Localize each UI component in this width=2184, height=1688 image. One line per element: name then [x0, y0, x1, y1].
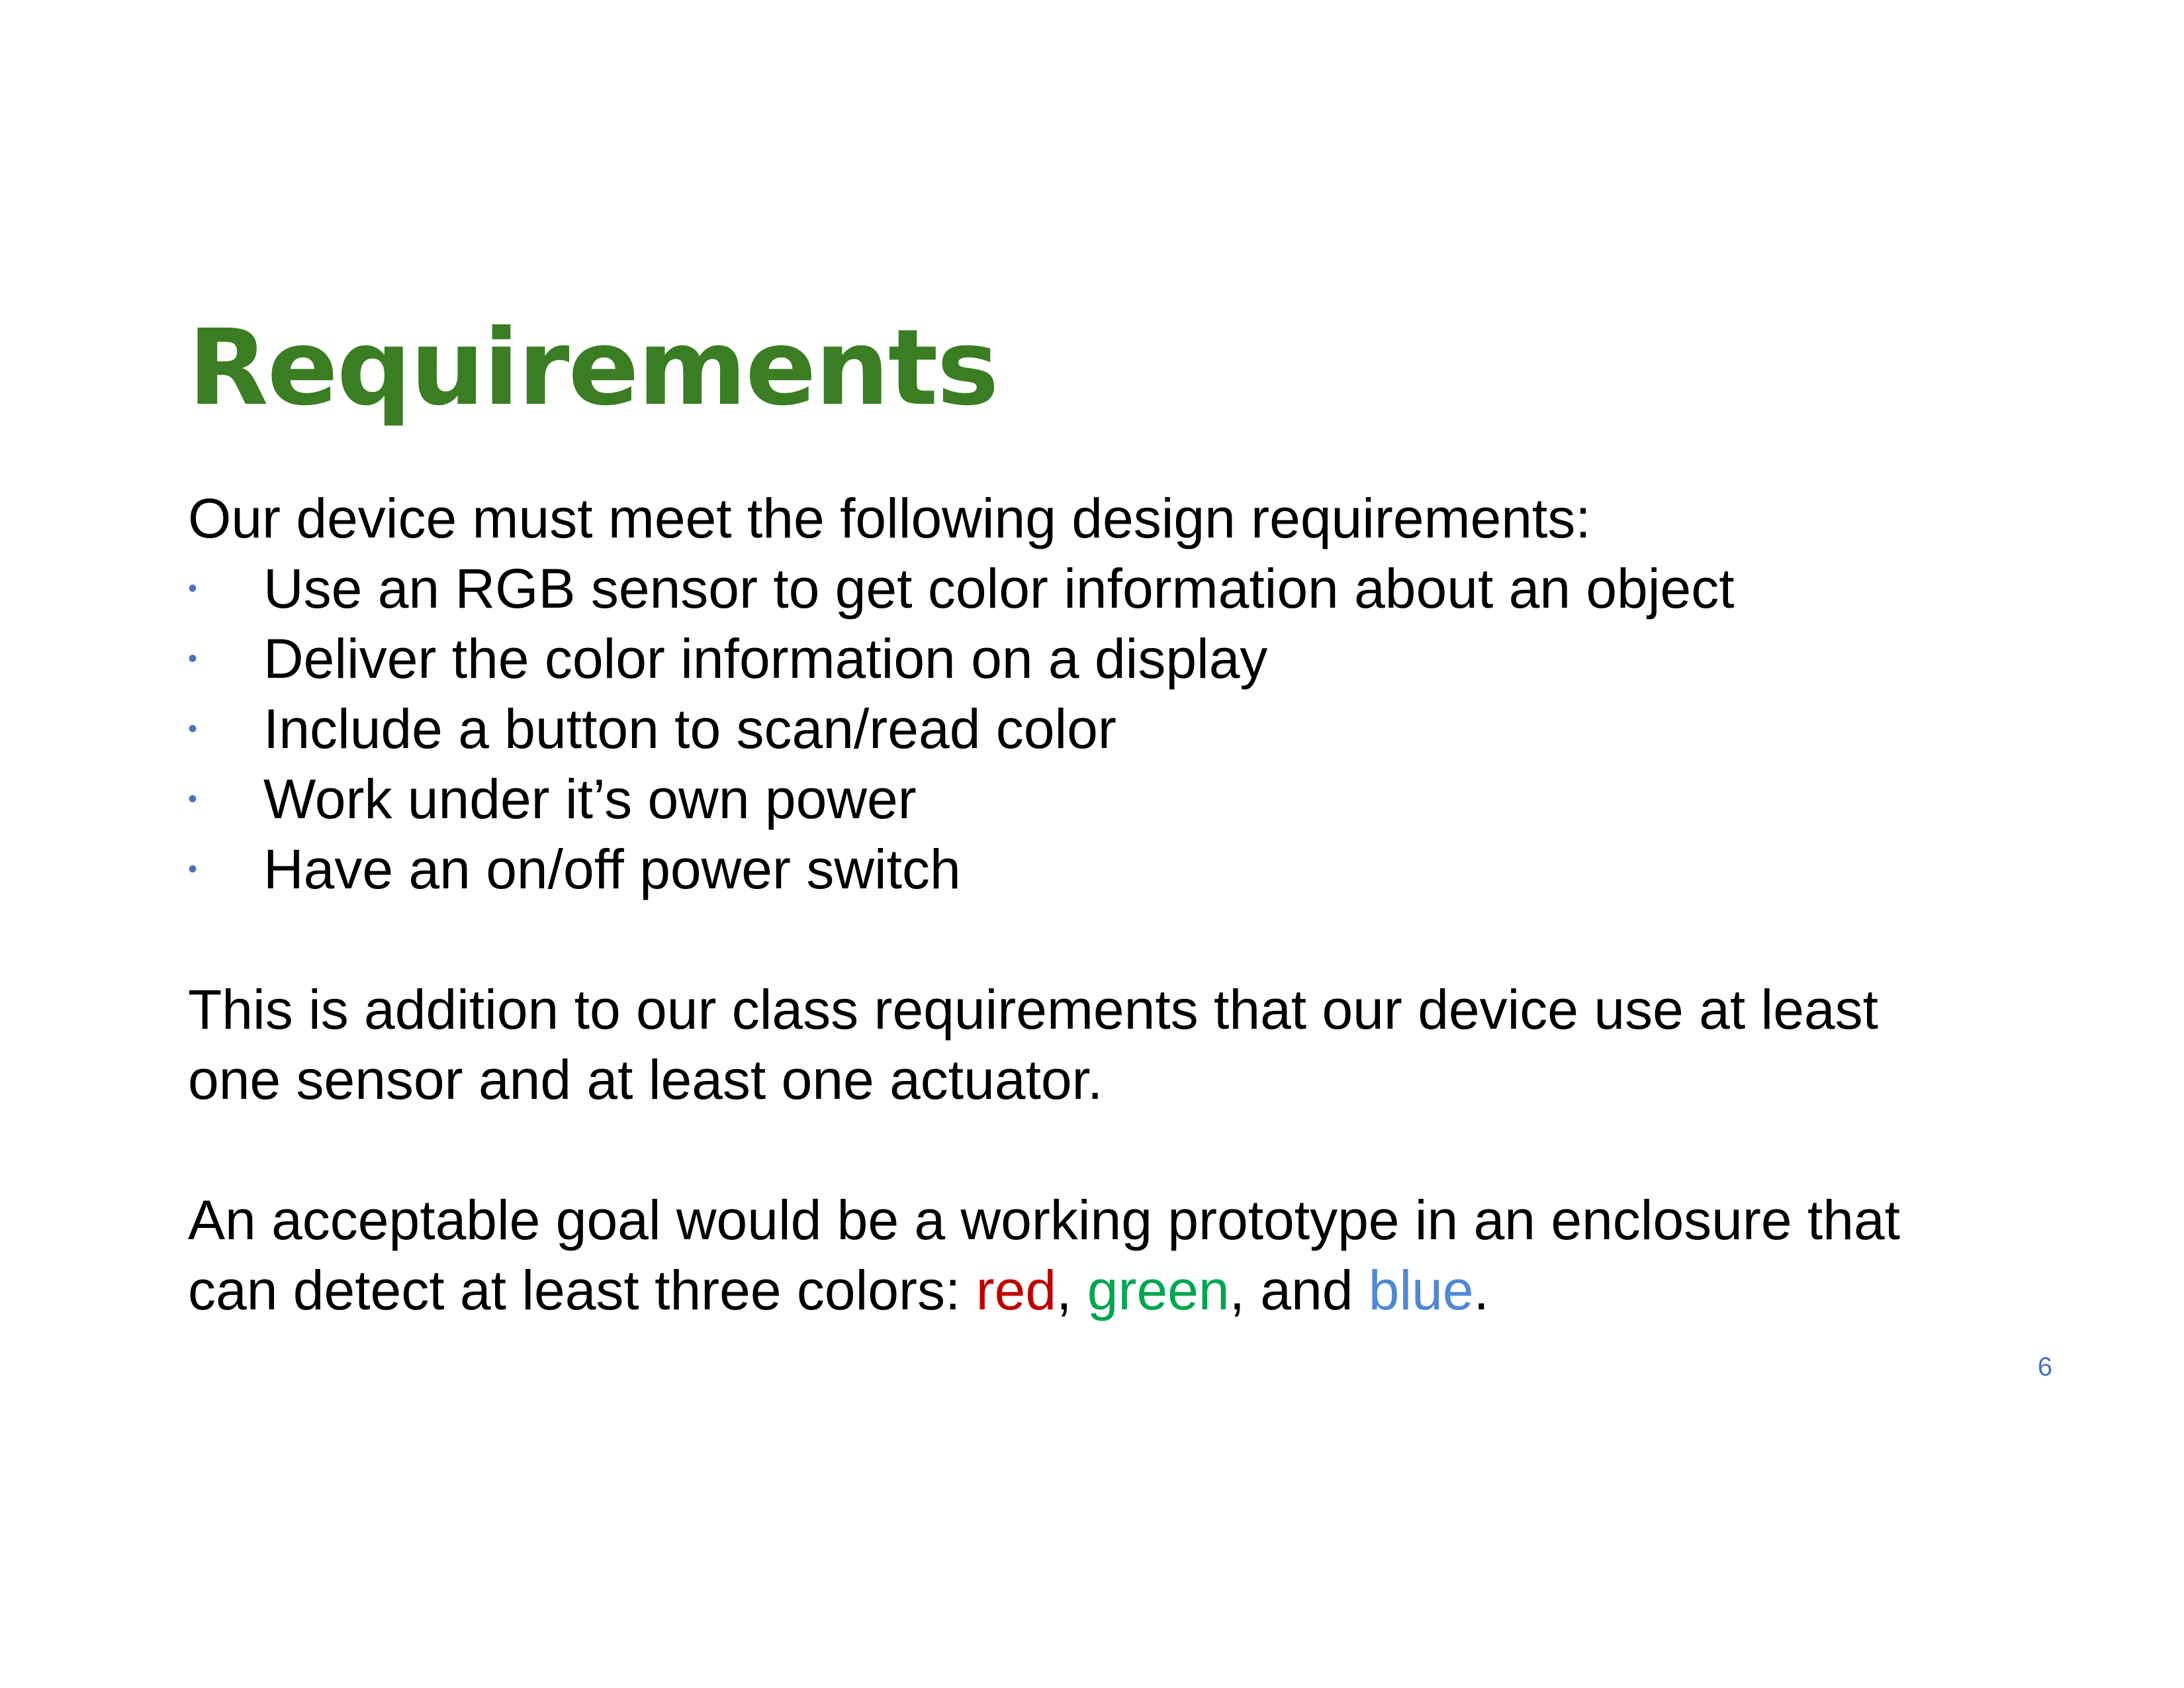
paragraph-line: An acceptable goal would be a working pr…: [188, 1189, 1901, 1251]
paragraph-line: can detect at least three colors: red, g…: [188, 1255, 2015, 1325]
blue-word: blue: [1368, 1259, 1474, 1321]
slide-title: Requirements: [188, 307, 999, 429]
list-item-text: Deliver the color information on a displ…: [263, 628, 1268, 690]
list-item-text: Have an on/off power switch: [263, 838, 961, 900]
list-item-text: Work under it’s own power: [263, 768, 917, 830]
page-number: 6: [2037, 1352, 2053, 1382]
slide: Requirements Our device must meet the fo…: [0, 0, 2184, 1688]
bullet-icon: •: [188, 644, 198, 673]
bullet-icon: •: [188, 714, 198, 743]
separator-text: , and: [1229, 1259, 1369, 1321]
list-item-text: Include a button to scan/read color: [263, 698, 1116, 760]
red-word: red: [976, 1259, 1057, 1321]
class-requirements-paragraph: This is addition to our class requiremen…: [188, 974, 2015, 1115]
green-word: green: [1087, 1259, 1230, 1321]
bullet-icon: •: [188, 784, 198, 814]
bullet-icon: •: [188, 574, 198, 603]
paragraph-text: can detect at least three colors:: [188, 1259, 976, 1321]
period-text: .: [1473, 1259, 1489, 1321]
separator-text: ,: [1056, 1259, 1087, 1321]
paragraph-line: one sensor and at least one actuator.: [188, 1049, 1103, 1111]
goal-paragraph: An acceptable goal would be a working pr…: [188, 1185, 2015, 1325]
intro-text: Our device must meet the following desig…: [188, 487, 1591, 549]
paragraph-line: This is addition to our class requiremen…: [188, 978, 1878, 1041]
bullet-icon: •: [188, 855, 198, 884]
list-item-text: Use an RGB sensor to get color informati…: [263, 557, 1735, 620]
